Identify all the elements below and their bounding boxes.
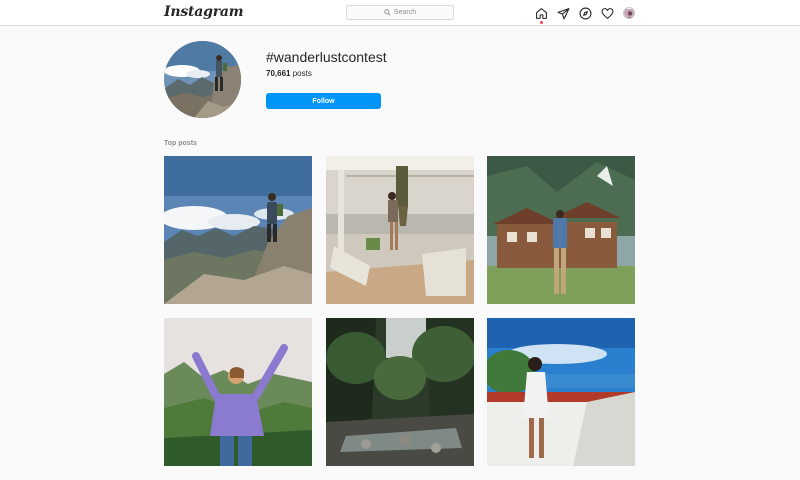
posts-count-label: posts <box>292 69 312 78</box>
top-navigation-bar: Instagram Search <box>0 0 800 26</box>
post-thumbnail[interactable] <box>487 318 635 466</box>
activity-icon[interactable] <box>600 6 614 20</box>
posts-count: 70,661 posts <box>266 69 312 78</box>
explore-icon[interactable] <box>578 6 592 20</box>
post-thumbnail[interactable] <box>326 318 474 466</box>
profile-avatar[interactable] <box>622 6 636 20</box>
direct-icon[interactable] <box>556 6 570 20</box>
post-thumbnail[interactable] <box>164 318 312 466</box>
instagram-logo[interactable]: Instagram <box>164 4 244 20</box>
search-input[interactable]: Search <box>346 5 454 20</box>
search-placeholder: Search <box>393 9 417 16</box>
top-posts-label: Top posts <box>164 140 197 147</box>
post-thumbnail[interactable] <box>487 156 635 304</box>
posts-count-number: 70,661 <box>266 69 291 78</box>
search-icon <box>384 9 391 16</box>
hashtag-title: #wanderlustcontest <box>266 49 387 65</box>
hashtag-profile-image <box>164 41 241 118</box>
home-active-dot <box>540 21 543 24</box>
post-thumbnail[interactable] <box>164 156 312 304</box>
post-thumbnail[interactable] <box>326 156 474 304</box>
home-icon[interactable] <box>534 6 548 20</box>
follow-button[interactable]: Follow <box>266 93 381 109</box>
